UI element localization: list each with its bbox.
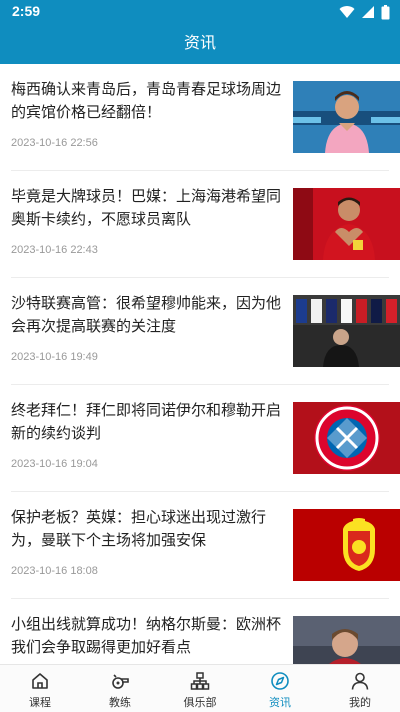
news-headline: 梅西确认来青岛后，青岛青春足球场周边的宾馆价格已经翻倍！ (11, 80, 282, 121)
news-thumbnail[interactable] (293, 509, 400, 581)
tab-label: 资讯 (269, 696, 291, 709)
news-date: 2023-10-16 22:43 (11, 244, 98, 256)
org-chart-icon (160, 671, 240, 691)
whistle-icon (80, 671, 160, 691)
news-date: 2023-10-16 19:49 (11, 351, 98, 363)
app-header: 资讯 (0, 24, 400, 64)
news-thumbnail[interactable] (293, 295, 400, 367)
tab-label: 俱乐部 (183, 696, 217, 709)
bottom-tab-bar: 课程 教练 俱乐部 资讯 我的 (0, 664, 400, 712)
person-icon (320, 671, 400, 691)
news-date: 2023-10-16 18:08 (11, 565, 98, 577)
news-feed[interactable]: 梅西确认来青岛后，青岛青春足球场周边的宾馆价格已经翻倍！ 2023-10-16 … (0, 64, 400, 664)
tab-label: 课程 (29, 696, 51, 709)
news-thumbnail[interactable] (293, 402, 400, 474)
news-headline: 保护老板？英媒：担心球迷出现过激行为，曼联下个主场将加强安保 (11, 508, 267, 549)
compass-icon (240, 671, 320, 691)
tab-courses[interactable]: 课程 (0, 665, 80, 712)
news-item[interactable]: 终老拜仁！拜仁即将同诺伊尔和穆勒开启新的续约谈判 2023-10-16 19:0… (0, 385, 400, 492)
tab-clubs[interactable]: 俱乐部 (160, 665, 240, 712)
signal-icon (362, 6, 374, 18)
status-icons (339, 4, 390, 20)
news-thumbnail[interactable] (293, 616, 400, 664)
news-date: 2023-10-16 22:56 (11, 137, 98, 149)
news-item[interactable]: 保护老板？英媒：担心球迷出现过激行为，曼联下个主场将加强安保 2023-10-1… (0, 492, 400, 599)
news-headline: 小组出线就算成功！纳格尔斯曼：欧洲杯我们会争取踢得更加好看点 (11, 615, 282, 656)
tab-label: 我的 (349, 696, 371, 709)
news-item[interactable]: 沙特联赛高管：很希望穆帅能来，因为他会再次提高联赛的关注度 2023-10-16… (0, 278, 400, 385)
tab-news[interactable]: 资讯 (240, 665, 320, 712)
tab-label: 教练 (109, 696, 131, 709)
news-headline: 沙特联赛高管：很希望穆帅能来，因为他会再次提高联赛的关注度 (11, 294, 282, 335)
status-bar: 2:59 (0, 0, 400, 24)
news-thumbnail[interactable] (293, 188, 400, 260)
tab-coaches[interactable]: 教练 (80, 665, 160, 712)
news-item[interactable]: 小组出线就算成功！纳格尔斯曼：欧洲杯我们会争取踢得更加好看点 (0, 599, 400, 664)
news-item[interactable]: 毕竟是大牌球员！巴媒：上海海港希望同奥斯卡续约，不愿球员离队 2023-10-1… (0, 171, 400, 278)
news-thumbnail[interactable] (293, 81, 400, 153)
battery-icon (381, 4, 390, 19)
home-icon (0, 671, 80, 691)
news-headline: 毕竟是大牌球员！巴媒：上海海港希望同奥斯卡续约，不愿球员离队 (11, 187, 282, 228)
news-date: 2023-10-16 19:04 (11, 458, 98, 470)
status-time: 2:59 (12, 3, 41, 19)
news-headline: 终老拜仁！拜仁即将同诺伊尔和穆勒开启新的续约谈判 (11, 401, 282, 442)
news-item[interactable]: 梅西确认来青岛后，青岛青春足球场周边的宾馆价格已经翻倍！ 2023-10-16 … (0, 64, 400, 171)
page-title: 资讯 (183, 33, 216, 52)
tab-profile[interactable]: 我的 (320, 665, 400, 712)
wifi-icon (339, 6, 355, 19)
